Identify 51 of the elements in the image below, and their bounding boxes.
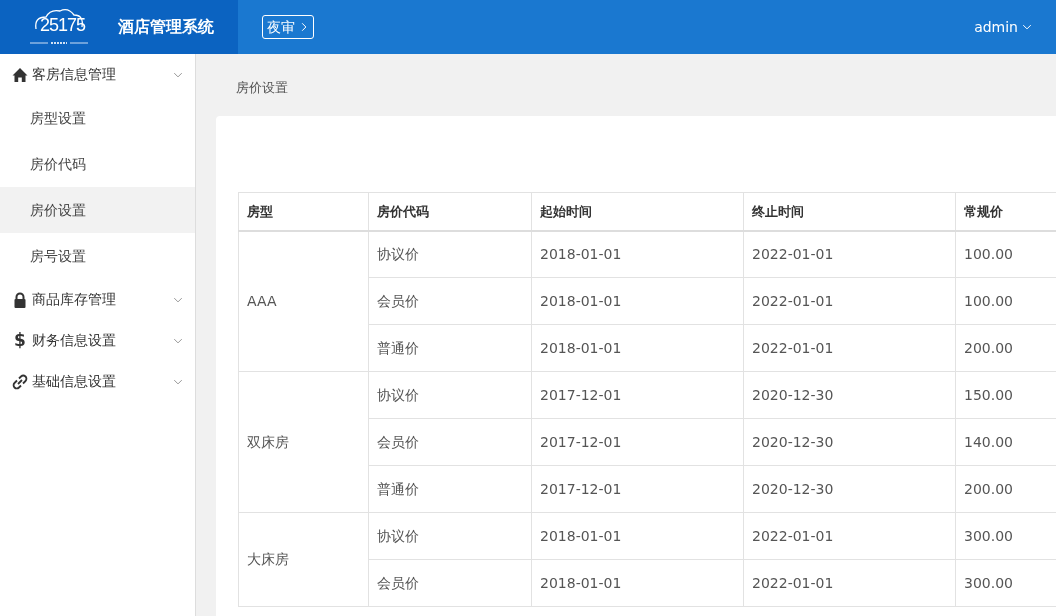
sidebar-item[interactable]: 房价设置 — [0, 187, 195, 233]
table-cell: 协议价 — [368, 512, 532, 560]
table-cell: 2017-12-01 — [531, 465, 744, 513]
sidebar-item[interactable]: 房号设置 — [0, 233, 195, 279]
table-cell: 2018-01-01 — [531, 277, 744, 325]
link-icon — [12, 373, 28, 390]
sidebar-group[interactable]: 商品库存管理 — [0, 279, 195, 320]
table-cell: AAA — [238, 230, 369, 372]
table-cell: 双床房 — [238, 371, 369, 513]
sidebar-item[interactable]: 房型设置 — [0, 95, 195, 141]
table-cell: 会员价 — [368, 277, 532, 325]
home-icon — [12, 66, 28, 83]
table-cell: 2020-12-30 — [743, 371, 956, 419]
table-cell: 普通价 — [368, 324, 532, 372]
app-title: 酒店管理系统 — [118, 16, 214, 38]
table-cell: 2022-01-01 — [743, 512, 956, 560]
column-header: 起始时间 — [531, 192, 744, 231]
table-cell: 2018-01-01 — [531, 324, 744, 372]
breadcrumb: 房价设置 — [236, 80, 288, 95]
table-cell: 协议价 — [368, 230, 532, 278]
table-cell: 会员价 — [368, 418, 532, 466]
table-cell: 2017-12-01 — [531, 418, 744, 466]
night-audit-button[interactable]: 夜审 — [262, 15, 314, 39]
user-menu[interactable]: admin — [974, 16, 1032, 38]
table-cell: 2022-01-01 — [743, 277, 956, 325]
dollar-icon: $ — [12, 332, 28, 349]
table-cell: 2022-01-01 — [743, 324, 956, 372]
chevron-right-icon — [299, 21, 309, 33]
sidebar-group[interactable]: $ 财务信息设置 — [0, 320, 195, 361]
sidebar-group[interactable]: 客房信息管理 — [0, 54, 195, 95]
column-header: 房价代码 — [368, 192, 532, 231]
table-cell: 2020-12-30 — [743, 418, 956, 466]
table-cell: 2020-12-30 — [743, 465, 956, 513]
table-cell: 2018-01-01 — [531, 512, 744, 560]
table-cell: 普通价 — [368, 465, 532, 513]
logo-text: 25175 — [40, 13, 87, 37]
column-header: 房型 — [238, 192, 369, 231]
table-cell: 2022-01-01 — [743, 559, 956, 607]
table-cell: 2018-01-01 — [531, 230, 744, 278]
column-header: 常规价 — [955, 192, 1056, 231]
chevron-down-icon — [1022, 22, 1032, 32]
sidebar-group[interactable]: 基础信息设置 — [0, 361, 195, 402]
table-cell: 2018-01-01 — [531, 559, 744, 607]
table-cell: 会员价 — [368, 559, 532, 607]
table-cell: 2017-12-01 — [531, 371, 744, 419]
lock-icon — [12, 291, 28, 308]
table-cell: 大床房 — [238, 512, 369, 607]
table-cell: 2022-01-01 — [743, 230, 956, 278]
column-header: 终止时间 — [743, 192, 956, 231]
sidebar-item[interactable]: 房价代码 — [0, 141, 195, 187]
table-cell: 协议价 — [368, 371, 532, 419]
